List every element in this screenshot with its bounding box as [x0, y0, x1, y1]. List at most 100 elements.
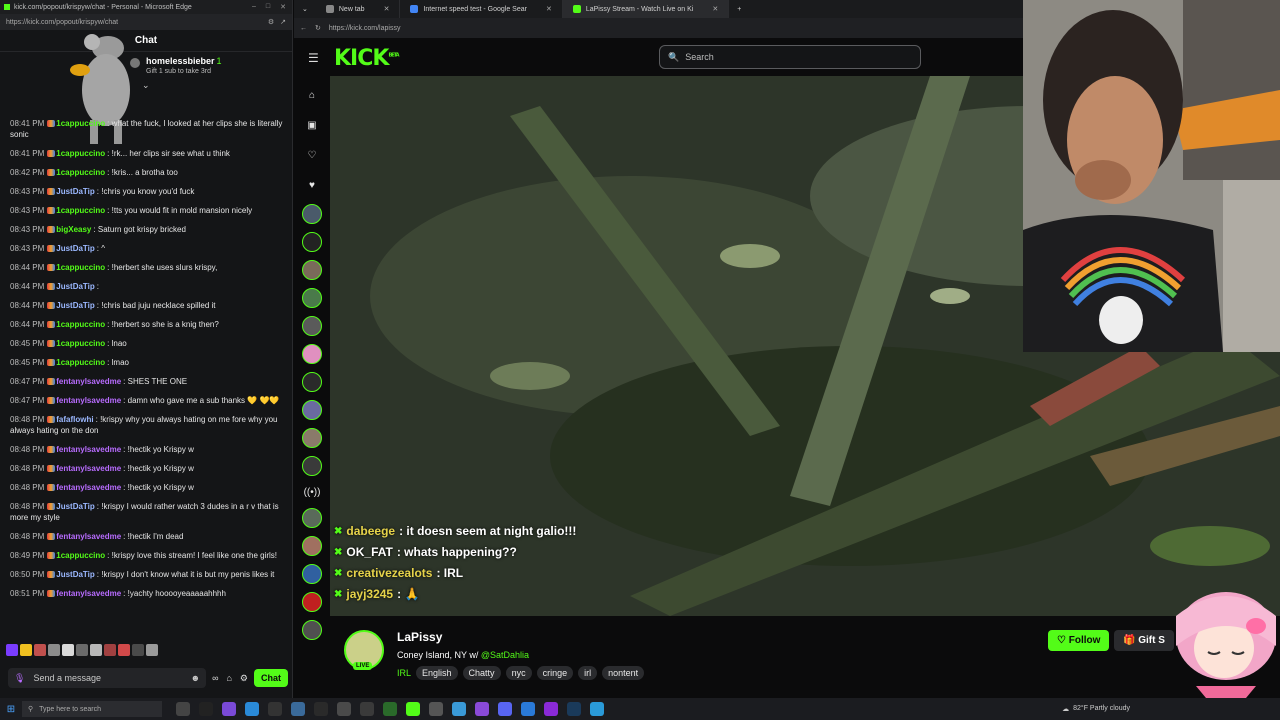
message-username[interactable]: JustDaTip: [56, 187, 95, 196]
heart-icon[interactable]: ♥: [309, 170, 315, 200]
message-username[interactable]: 1cappuccino: [56, 320, 105, 329]
popout-address-bar[interactable]: https://kick.com/popout/krispyw/chat ⚙ ↗: [0, 14, 292, 30]
followed-channel-avatar[interactable]: [302, 428, 322, 448]
title-mention[interactable]: @SatDahlia: [481, 650, 529, 660]
app-icon[interactable]: [452, 702, 466, 716]
new-tab-button[interactable]: +: [729, 6, 749, 13]
close-tab-icon[interactable]: ✕: [384, 5, 390, 13]
stream-tag[interactable]: nyc: [505, 666, 532, 680]
kick-logo[interactable]: KICKBETA: [334, 46, 400, 71]
gear-icon[interactable]: ⚙: [240, 673, 248, 684]
emote-icon[interactable]: [20, 644, 32, 656]
message-username[interactable]: 1cappuccino: [56, 206, 105, 215]
search-input[interactable]: 🔍 Search: [659, 45, 921, 69]
app-icon[interactable]: [291, 702, 305, 716]
followed-channel-avatar[interactable]: [302, 400, 322, 420]
message-username[interactable]: fafaflowhi: [56, 415, 93, 424]
browse-icon[interactable]: ▣: [307, 110, 316, 140]
followed-channel-avatar[interactable]: [302, 316, 322, 336]
emote-icon[interactable]: [90, 644, 102, 656]
close-tab-icon[interactable]: ✕: [712, 5, 718, 13]
message-username[interactable]: JustDaTip: [56, 570, 95, 579]
app-icon[interactable]: [337, 702, 351, 716]
recommended-channel-avatar[interactable]: [302, 508, 322, 528]
message-username[interactable]: 1cappuccino: [56, 551, 105, 560]
app-icon[interactable]: [383, 702, 397, 716]
app-icon[interactable]: [199, 702, 213, 716]
follow-button[interactable]: ♡ Follow: [1048, 630, 1110, 651]
browser-tab[interactable]: LaPissy Stream - Watch Live on Ki ✕: [562, 0, 730, 18]
app-icon[interactable]: [268, 702, 282, 716]
recommended-channel-avatar[interactable]: [302, 564, 322, 584]
emote-icon[interactable]: [34, 644, 46, 656]
app-icon[interactable]: [521, 702, 535, 716]
message-username[interactable]: bigXeasy: [56, 225, 91, 234]
tab-list-chevron-icon[interactable]: ⌄: [294, 5, 316, 13]
share-icon[interactable]: ↗: [280, 18, 286, 26]
category-link[interactable]: IRL: [397, 668, 411, 678]
recommended-channel-avatar[interactable]: [302, 536, 322, 556]
windows-start-icon[interactable]: ⊞: [0, 704, 22, 715]
message-username[interactable]: 1cappuccino: [56, 358, 105, 367]
microphone-icon[interactable]: 🎙: [14, 673, 25, 684]
recommended-channel-avatar[interactable]: [302, 592, 322, 612]
stream-tag[interactable]: nontent: [602, 666, 645, 680]
message-username[interactable]: fentanylsavedme: [56, 377, 121, 386]
app-icon[interactable]: [406, 702, 420, 716]
emote-icon[interactable]: [132, 644, 144, 656]
weather-widget[interactable]: ☁ 82°F Partly cloudy: [1062, 705, 1130, 713]
browser-tab[interactable]: New tab ✕: [316, 0, 401, 18]
chat-send-button[interactable]: Chat: [254, 669, 288, 687]
message-username[interactable]: fentanylsavedme: [56, 483, 121, 492]
stream-tag[interactable]: English: [416, 666, 458, 680]
refresh-icon[interactable]: ↻: [315, 24, 321, 32]
message-username[interactable]: 1cappuccino: [56, 119, 105, 128]
send-message-input[interactable]: 🎙 Send a message ☻: [8, 668, 207, 688]
followed-channel-avatar[interactable]: [302, 344, 322, 364]
message-username[interactable]: fentanylsavedme: [56, 589, 121, 598]
message-username[interactable]: 1cappuccino: [56, 168, 105, 177]
emote-icon[interactable]: [118, 644, 130, 656]
back-icon[interactable]: ←: [300, 25, 307, 32]
emote-icon[interactable]: [146, 644, 158, 656]
recommended-channel-avatar[interactable]: [302, 620, 322, 640]
emote-icon[interactable]: [48, 644, 60, 656]
app-icon[interactable]: [544, 702, 558, 716]
app-icon[interactable]: [590, 702, 604, 716]
app-icon[interactable]: [360, 702, 374, 716]
message-username[interactable]: fentanylsavedme: [56, 464, 121, 473]
pinned-user[interactable]: homelessbieber 1: [146, 56, 222, 66]
app-icon[interactable]: [475, 702, 489, 716]
message-username[interactable]: fentanylsavedme: [56, 396, 121, 405]
stream-tag[interactable]: irl: [578, 666, 598, 680]
minimize-icon[interactable]: –: [252, 3, 256, 11]
home-icon[interactable]: ⌂: [309, 80, 315, 110]
message-username[interactable]: JustDaTip: [56, 282, 95, 291]
channel-name[interactable]: LaPissy: [397, 630, 442, 644]
steam-icon[interactable]: [567, 702, 581, 716]
menu-icon[interactable]: ☰: [308, 51, 324, 65]
message-username[interactable]: 1cappuccino: [56, 263, 105, 272]
emote-icon[interactable]: [62, 644, 74, 656]
store-icon[interactable]: ⌂: [226, 673, 231, 684]
message-username[interactable]: 1cappuccino: [56, 149, 105, 158]
chevron-down-icon[interactable]: ⌄: [142, 80, 150, 91]
app-icon[interactable]: [222, 702, 236, 716]
message-username[interactable]: JustDaTip: [56, 244, 95, 253]
app-icon[interactable]: [429, 702, 443, 716]
infinity-icon[interactable]: ∞: [212, 673, 218, 684]
app-icon[interactable]: [314, 702, 328, 716]
followed-channel-avatar[interactable]: [302, 260, 322, 280]
stream-tag[interactable]: cringe: [536, 666, 574, 680]
followed-channel-avatar[interactable]: [302, 372, 322, 392]
taskbar-search[interactable]: ⚲ Type here to search: [22, 701, 162, 717]
settings-icon[interactable]: ⚙: [268, 18, 274, 26]
edge-icon[interactable]: [245, 702, 259, 716]
following-icon[interactable]: ♡: [308, 140, 317, 170]
browser-tab[interactable]: Internet speed test - Google Sear ✕: [400, 0, 563, 18]
emote-icon[interactable]: [6, 644, 18, 656]
message-username[interactable]: JustDaTip: [56, 502, 95, 511]
discord-icon[interactable]: [498, 702, 512, 716]
followed-channel-avatar[interactable]: [302, 288, 322, 308]
close-icon[interactable]: ✕: [280, 3, 286, 11]
